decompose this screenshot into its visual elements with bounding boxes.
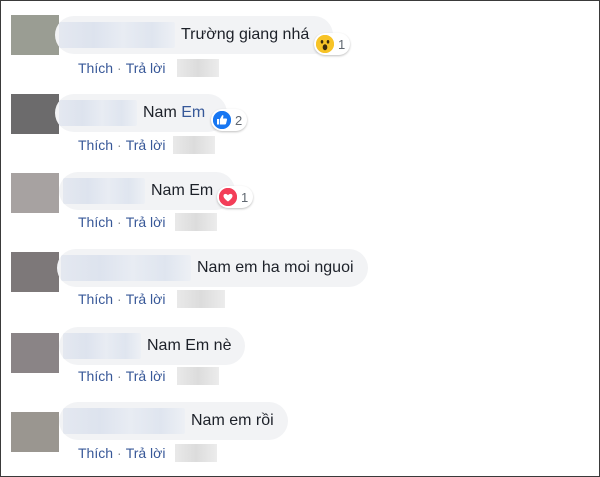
timestamp-blurred[interactable] [175,444,218,462]
commenter-name-blurred[interactable] [59,100,137,126]
comment-actions: Thích · Trả lời [78,59,220,77]
like-link[interactable]: Thích [78,137,113,153]
comment-bubble: Nam em rồi [59,402,288,440]
commenter-name-blurred[interactable] [63,178,145,204]
comment-item: Nam Em 1 Thích · Trả lời [1,155,599,232]
comment-text: Trường giang nhá [181,26,310,43]
separator-dot: · [117,137,122,153]
timestamp-blurred[interactable] [177,59,220,77]
reply-link[interactable]: Trả lời [126,214,166,230]
timestamp-blurred[interactable] [173,136,216,154]
avatar[interactable] [11,412,59,452]
commenter-name-blurred[interactable] [59,22,175,48]
comment-text: Nam Em nè [147,337,232,354]
comment-text-plain: Nam [143,104,182,121]
avatar[interactable] [11,333,59,373]
separator-dot: · [117,445,122,461]
reply-link[interactable]: Trả lời [126,60,166,76]
separator-dot: · [117,214,122,230]
reply-link[interactable]: Trả lời [126,291,166,307]
reaction-summary[interactable]: 1 [217,186,254,208]
like-link[interactable]: Thích [78,214,113,230]
commenter-name-blurred[interactable] [61,255,191,281]
comment-bubble: Nam Em [59,172,236,210]
like-icon [213,111,231,129]
comment-bubble: Nam Em nè [59,327,246,365]
comment-text: Nam em rồi [191,412,274,429]
timestamp-blurred[interactable] [177,290,226,308]
like-link[interactable]: Thích [78,291,113,307]
separator-dot: · [117,60,122,76]
reply-link[interactable]: Trả lời [126,368,166,384]
reply-link[interactable]: Trả lời [126,137,166,153]
comment-bubble: Trường giang nhá [55,16,334,54]
comment-actions: Thích · Trả lời [78,367,220,385]
comment-item: Nam Em 2 Thích · Trả lời [1,78,599,155]
reaction-count: 1 [338,36,346,52]
separator-dot: · [117,291,122,307]
comment-item: Nam em rồi Thích · Trả lời [1,386,599,476]
avatar[interactable] [11,173,59,213]
like-link[interactable]: Thích [78,60,113,76]
reaction-count: 1 [241,189,249,205]
like-link[interactable]: Thích [78,445,113,461]
comment-thread: Trường giang nhá 1 Thích · Trả lời Nam E… [0,0,600,477]
comment-bubble: Nam Em [55,94,228,132]
comment-item: Trường giang nhá 1 Thích · Trả lời [1,1,599,78]
timestamp-blurred[interactable] [177,367,220,385]
comment-text: Nam Em [143,104,205,122]
comment-text-link[interactable]: Em [181,104,205,121]
reaction-summary[interactable]: 1 [314,33,351,55]
comment-bubble: Nam em ha moi nguoi [57,249,368,287]
avatar[interactable] [11,94,59,134]
timestamp-blurred[interactable] [175,213,218,231]
reaction-summary[interactable]: 2 [211,109,248,131]
comment-actions: Thích · Trả lời [78,290,226,308]
comment-actions: Thích · Trả lời [78,444,218,462]
like-link[interactable]: Thích [78,368,113,384]
comment-item: Nam Em nè Thích · Trả lời [1,309,599,386]
avatar[interactable] [11,15,59,55]
commenter-name-blurred[interactable] [63,333,141,359]
reaction-count: 2 [235,112,243,128]
separator-dot: · [117,368,122,384]
comment-item: Nam em ha moi nguoi Thích · Trả lời [1,232,599,309]
comment-text: Nam em ha moi nguoi [197,259,354,276]
commenter-name-blurred[interactable] [63,408,185,434]
reply-link[interactable]: Trả lời [126,445,166,461]
wow-icon [316,35,334,53]
love-icon [219,188,237,206]
comment-actions: Thích · Trả lời [78,136,216,154]
comment-actions: Thích · Trả lời [78,213,218,231]
avatar[interactable] [11,252,59,292]
comment-text: Nam Em [151,182,214,199]
